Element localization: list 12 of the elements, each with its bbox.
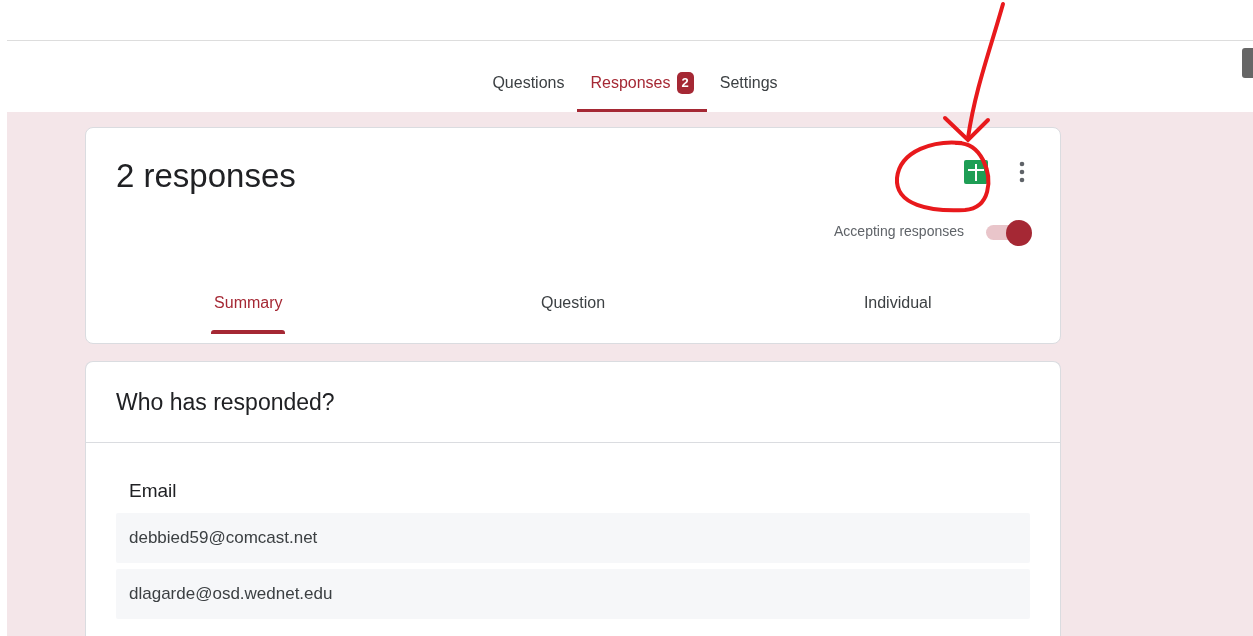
tab[interactable]: Questions <box>479 71 578 112</box>
card-title: Who has responded? <box>86 362 1060 443</box>
view-tab[interactable]: Question <box>541 280 606 330</box>
count-badge: 2 <box>676 72 694 94</box>
view-tab[interactable]: Summary <box>214 280 283 330</box>
view-tab[interactable]: Individual <box>863 280 932 330</box>
tab[interactable]: Settings <box>706 71 791 112</box>
email-row: dlagarde@osd.wednet.edu <box>116 569 1030 620</box>
column-header: Email <box>128 478 178 503</box>
accepting-responses-label: Accepting responses <box>834 222 964 242</box>
responses-count-title: 2 responses <box>116 156 296 196</box>
email-row: debbied59@comcast.net <box>116 513 1030 564</box>
